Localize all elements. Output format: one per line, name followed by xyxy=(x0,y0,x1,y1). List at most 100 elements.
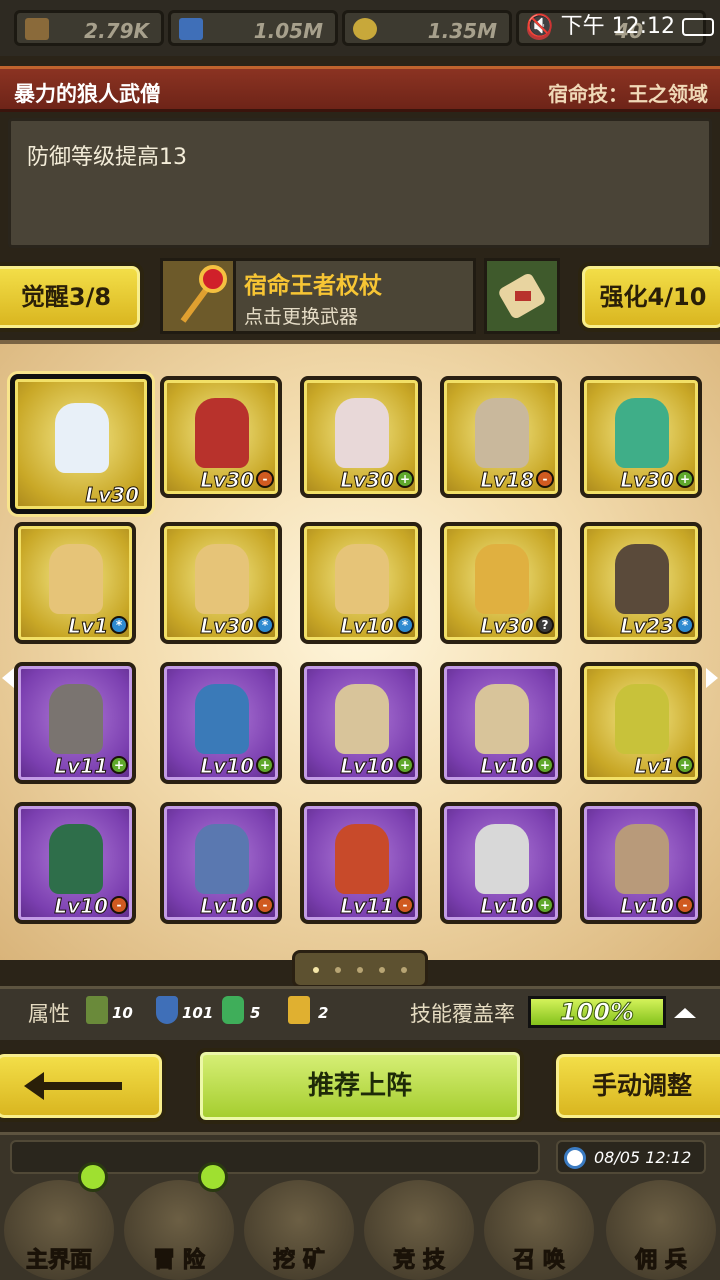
hero-card[interactable]: Lv10 + xyxy=(440,662,562,784)
hero-card[interactable]: Lv30 xyxy=(10,374,152,514)
hero-portrait xyxy=(335,544,389,614)
page-dot-active xyxy=(313,967,319,973)
change-weapon-hint[interactable]: 点击更换武器 xyxy=(244,302,358,329)
recommend-lineup-button[interactable]: 推荐上阵 xyxy=(196,1048,524,1124)
datetime-box: 08/05 12:12 xyxy=(556,1140,706,1174)
nav-item-label: 召 唤 xyxy=(513,1248,566,1274)
plus-badge-icon: + xyxy=(396,470,414,488)
hero-level: Lv30 xyxy=(620,468,675,493)
hero-card[interactable]: Lv30 + xyxy=(300,376,422,498)
hero-card[interactable]: Lv11- xyxy=(300,802,422,924)
hero-level: Lv10 xyxy=(340,614,395,639)
nav-item[interactable]: 竞 技 xyxy=(360,1176,478,1280)
hero-card[interactable]: Lv10- xyxy=(160,802,282,924)
resource-exp: 1.05M xyxy=(168,10,338,46)
plus-badge-icon: + xyxy=(396,756,414,774)
page-left-arrow-icon[interactable] xyxy=(2,668,14,688)
destiny-skill: 宿命技：王之领域 xyxy=(548,82,708,106)
hero-portrait xyxy=(195,398,249,468)
hero-card[interactable]: Lv30? xyxy=(440,522,562,644)
nav-item[interactable]: 冒 险 xyxy=(120,1162,238,1280)
system-time: 下午 12:12 xyxy=(560,14,675,39)
hero-level: Lv11 xyxy=(340,894,395,919)
star-badge-icon: * xyxy=(110,616,128,634)
back-button[interactable] xyxy=(0,1050,166,1122)
hero-level: Lv30 xyxy=(200,614,255,639)
hero-card[interactable]: Lv10 + xyxy=(440,802,562,924)
hero-level: Lv10 xyxy=(200,894,255,919)
hero-portrait xyxy=(475,824,529,894)
hero-portrait xyxy=(335,398,389,468)
hero-card[interactable]: Lv11 + xyxy=(14,662,136,784)
hero-portrait xyxy=(475,544,529,614)
hero-portrait xyxy=(55,403,109,473)
weapon-name[interactable]: 宿命王者权杖 xyxy=(244,266,382,300)
defense-value: 101 xyxy=(182,1004,214,1022)
battery-icon xyxy=(682,18,714,36)
plus-badge-icon: + xyxy=(110,756,128,774)
scepter-graphic xyxy=(180,265,227,323)
crown-icon xyxy=(288,996,310,1024)
hero-level: Lv10 xyxy=(480,894,535,919)
hero-card[interactable]: Lv18- xyxy=(440,376,562,498)
nav-item-label: 主界面 xyxy=(25,1248,92,1274)
hero-card[interactable]: Lv1 * xyxy=(14,522,136,644)
enhance-button[interactable]: 强化4/10 xyxy=(578,262,720,332)
minus-badge-icon: - xyxy=(536,470,554,488)
nav-item[interactable]: 召 唤 xyxy=(480,1176,598,1280)
sword-icon xyxy=(25,18,49,40)
crown-value: 2 xyxy=(318,1004,329,1022)
hero-portrait xyxy=(615,824,669,894)
page-right-arrow-icon[interactable] xyxy=(706,668,718,688)
hero-portrait xyxy=(335,824,389,894)
scroll-icon[interactable] xyxy=(484,258,560,334)
hero-card[interactable]: Lv1 + xyxy=(580,662,702,784)
question-badge-icon: ? xyxy=(536,616,554,634)
plus-badge-icon: + xyxy=(536,896,554,914)
hero-card[interactable]: Lv10 + xyxy=(300,662,422,784)
nav-item-label: 佣 兵 xyxy=(635,1248,688,1274)
hero-card[interactable]: Lv10 + xyxy=(160,662,282,784)
hero-card[interactable]: Lv30- xyxy=(160,376,282,498)
hero-portrait xyxy=(615,684,669,754)
hero-level: Lv10 xyxy=(480,754,535,779)
hero-portrait xyxy=(615,398,669,468)
hero-card[interactable]: Lv30 * xyxy=(160,522,282,644)
hero-level: Lv11 xyxy=(54,754,109,779)
hero-card[interactable]: Lv30 + xyxy=(580,376,702,498)
system-status-bar: 🔇 下午 12:12 xyxy=(526,8,714,40)
hero-description: 防御等级提高13 xyxy=(27,145,187,170)
hero-level: Lv1 xyxy=(68,614,109,639)
minus-badge-icon: - xyxy=(256,470,274,488)
scroll-graphic xyxy=(499,273,545,319)
minus-badge-icon: - xyxy=(676,896,694,914)
hero-card[interactable]: Lv10 * xyxy=(300,522,422,644)
back-arrow-icon xyxy=(24,1072,44,1100)
star-badge-icon: * xyxy=(396,616,414,634)
shield-icon xyxy=(156,996,178,1024)
nav-item[interactable]: 主界面 xyxy=(0,1162,118,1280)
minus-badge-icon: - xyxy=(110,896,128,914)
plus-badge-icon: + xyxy=(676,470,694,488)
nav-item[interactable]: 佣 兵 xyxy=(602,1176,720,1280)
attack-icon xyxy=(86,996,108,1024)
plus-badge-icon: + xyxy=(536,756,554,774)
datetime-text: 08/05 12:12 xyxy=(594,1148,692,1167)
hero-card[interactable]: Lv23 * xyxy=(580,522,702,644)
plus-badge-icon: + xyxy=(676,756,694,774)
hero-portrait xyxy=(615,544,669,614)
scepter-icon[interactable] xyxy=(160,258,236,334)
speed-value: 5 xyxy=(250,1004,261,1022)
hero-portrait xyxy=(195,824,249,894)
manual-adjust-button[interactable]: 手动调整 xyxy=(552,1050,720,1122)
awaken-button[interactable]: 觉醒3/8 xyxy=(0,262,144,332)
hero-card[interactable]: Lv10- xyxy=(14,802,136,924)
expand-up-icon[interactable] xyxy=(674,1008,696,1018)
hero-level: Lv30 xyxy=(85,483,140,508)
hero-card[interactable]: Lv10- xyxy=(580,802,702,924)
back-arrow-shaft xyxy=(42,1082,122,1090)
hero-portrait xyxy=(49,824,103,894)
nav-item[interactable]: 挖 矿 xyxy=(240,1176,358,1280)
skill-coverage-value: 100% xyxy=(559,998,635,1027)
hero-name-bar: 暴力的狼人武僧 宿命技：王之领域 xyxy=(0,66,720,112)
